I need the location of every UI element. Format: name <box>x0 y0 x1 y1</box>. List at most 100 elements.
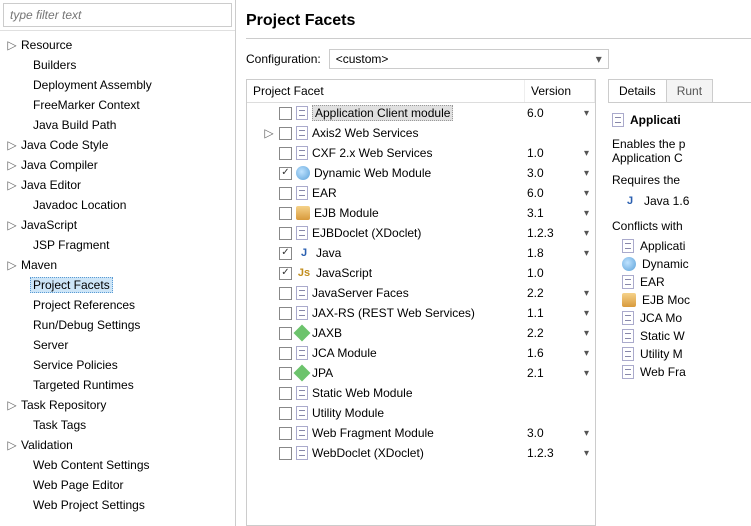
version-dropdown-icon[interactable]: ▾ <box>584 228 589 239</box>
version-dropdown-icon[interactable]: ▾ <box>584 328 589 339</box>
facet-version: 1.0 <box>527 266 544 280</box>
facet-checkbox[interactable] <box>279 147 292 160</box>
facets-area: Project Facet Version Application Client… <box>246 79 751 526</box>
version-dropdown-icon[interactable]: ▾ <box>584 208 589 219</box>
facet-checkbox[interactable] <box>279 107 292 120</box>
facet-name: JAXB <box>312 326 342 340</box>
version-dropdown-icon[interactable]: ▾ <box>584 288 589 299</box>
list-item: Static W <box>612 327 751 345</box>
version-dropdown-icon[interactable]: ▾ <box>584 308 589 319</box>
facet-row[interactable]: Web Fragment Module3.0▾ <box>247 423 595 443</box>
sidebar-item[interactable]: Javadoc Location <box>0 195 235 215</box>
version-dropdown-icon[interactable]: ▾ <box>584 428 589 439</box>
page-icon <box>622 275 634 289</box>
version-dropdown-icon[interactable]: ▾ <box>584 148 589 159</box>
sidebar-item[interactable]: Targeted Runtimes <box>0 375 235 395</box>
sidebar-item[interactable]: FreeMarker Context <box>0 95 235 115</box>
sidebar-item[interactable]: Web Page Editor <box>0 475 235 495</box>
col-version[interactable]: Version <box>525 80 595 102</box>
tab-details[interactable]: Details <box>608 79 667 102</box>
version-dropdown-icon[interactable]: ▾ <box>584 448 589 459</box>
facet-checkbox[interactable] <box>279 287 292 300</box>
sidebar-item[interactable]: Service Policies <box>0 355 235 375</box>
facet-checkbox[interactable] <box>279 267 292 280</box>
sidebar-item[interactable]: Deployment Assembly <box>0 75 235 95</box>
sidebar-item[interactable]: ▷Java Editor <box>0 175 235 195</box>
facet-checkbox[interactable] <box>279 427 292 440</box>
sidebar-item[interactable]: ▷Task Repository <box>0 395 235 415</box>
facet-row[interactable]: JCA Module1.6▾ <box>247 343 595 363</box>
version-dropdown-icon[interactable]: ▾ <box>584 348 589 359</box>
sidebar-item[interactable]: ▷Java Code Style <box>0 135 235 155</box>
list-item: Dynamic <box>612 255 751 273</box>
sidebar-item[interactable]: Task Tags <box>0 415 235 435</box>
category-tree[interactable]: ▷ResourceBuilders Deployment Assembly Free… <box>0 31 235 526</box>
sidebar-item[interactable]: Server <box>0 335 235 355</box>
sidebar-item[interactable]: Web Project Settings <box>0 495 235 515</box>
page-icon <box>296 406 308 420</box>
facet-checkbox[interactable] <box>279 387 292 400</box>
facet-checkbox[interactable] <box>279 167 292 180</box>
version-dropdown-icon[interactable]: ▾ <box>584 108 589 119</box>
facet-checkbox[interactable] <box>279 247 292 260</box>
facet-row[interactable]: Dynamic Web Module3.0▾ <box>247 163 595 183</box>
sidebar-item[interactable]: JSP Fragment <box>0 235 235 255</box>
col-project-facet[interactable]: Project Facet <box>247 80 525 102</box>
sidebar-item-label: Deployment Assembly <box>30 77 155 93</box>
sidebar-item[interactable]: Builders <box>0 55 235 75</box>
sidebar-item[interactable]: ▷Resource <box>0 35 235 55</box>
facet-checkbox[interactable] <box>279 227 292 240</box>
version-dropdown-icon[interactable]: ▾ <box>584 188 589 199</box>
facet-row[interactable]: ▷Axis2 Web Services <box>247 123 595 143</box>
facet-row[interactable]: Utility Module <box>247 403 595 423</box>
filter-input[interactable] <box>3 3 232 27</box>
sidebar-item[interactable]: Project Facets <box>0 275 235 295</box>
facet-name: JavaServer Faces <box>312 286 409 300</box>
sidebar-item[interactable]: Project References <box>0 295 235 315</box>
sidebar-item[interactable]: Run/Debug Settings <box>0 315 235 335</box>
facet-row[interactable]: EJB Module3.1▾ <box>247 203 595 223</box>
facet-row[interactable]: JsJavaScript1.0 <box>247 263 595 283</box>
list-item-label: JCA Mo <box>640 311 682 325</box>
requires-label: Requires the <box>612 173 751 187</box>
version-dropdown-icon[interactable]: ▾ <box>584 168 589 179</box>
facet-row[interactable]: Application Client module6.0▾ <box>247 103 595 123</box>
list-item: EJB Moc <box>612 291 751 309</box>
facet-checkbox[interactable] <box>279 367 292 380</box>
facet-name: CXF 2.x Web Services <box>312 146 432 160</box>
facet-checkbox[interactable] <box>279 327 292 340</box>
facet-row[interactable]: WebDoclet (XDoclet)1.2.3▾ <box>247 443 595 463</box>
facet-checkbox[interactable] <box>279 187 292 200</box>
facet-row[interactable]: JAXB2.2▾ <box>247 323 595 343</box>
facet-row[interactable]: JavaServer Faces2.2▾ <box>247 283 595 303</box>
facet-checkbox[interactable] <box>279 347 292 360</box>
sidebar-item[interactable]: ▷JavaScript <box>0 215 235 235</box>
facet-row[interactable]: JPA2.1▾ <box>247 363 595 383</box>
tab-runtimes[interactable]: Runt <box>666 79 713 102</box>
expand-arrow-icon: ▷ <box>6 438 18 452</box>
facet-row[interactable]: EJBDoclet (XDoclet)1.2.3▾ <box>247 223 595 243</box>
facet-checkbox[interactable] <box>279 407 292 420</box>
facet-row[interactable]: CXF 2.x Web Services1.0▾ <box>247 143 595 163</box>
facet-checkbox[interactable] <box>279 307 292 320</box>
facet-checkbox[interactable] <box>279 127 292 140</box>
sidebar-item[interactable]: Web Content Settings <box>0 455 235 475</box>
sidebar-item[interactable]: ▷Java Compiler <box>0 155 235 175</box>
version-dropdown-icon[interactable]: ▾ <box>584 248 589 259</box>
facet-row[interactable]: Static Web Module <box>247 383 595 403</box>
globe-icon <box>296 166 310 180</box>
sidebar-item[interactable]: Java Build Path <box>0 115 235 135</box>
facet-row[interactable]: JAX-RS (REST Web Services)1.1▾ <box>247 303 595 323</box>
facet-name: Application Client module <box>312 105 453 121</box>
sidebar-item[interactable]: ▷Validation <box>0 435 235 455</box>
facet-row[interactable]: JJava1.8▾ <box>247 243 595 263</box>
main-panel: Project Facets Configuration: <custom> ▾… <box>236 0 751 526</box>
sidebar-item[interactable]: ▷Maven <box>0 255 235 275</box>
configuration-select[interactable]: <custom> ▾ <box>329 49 609 69</box>
facet-version: 3.0 <box>527 426 544 440</box>
version-dropdown-icon[interactable]: ▾ <box>584 368 589 379</box>
page-icon <box>296 306 308 320</box>
facet-checkbox[interactable] <box>279 447 292 460</box>
facet-checkbox[interactable] <box>279 207 292 220</box>
facet-row[interactable]: EAR6.0▾ <box>247 183 595 203</box>
